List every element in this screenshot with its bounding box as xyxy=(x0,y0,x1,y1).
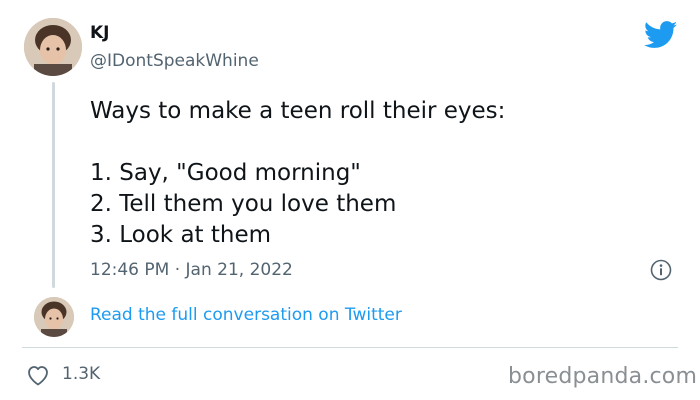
like-count[interactable]: 1.3K xyxy=(62,364,100,384)
twitter-bird-icon[interactable] xyxy=(644,21,678,49)
user-name[interactable]: KJ xyxy=(90,23,110,43)
tweet-text: Ways to make a teen roll their eyes: 1. … xyxy=(90,96,650,251)
tweet-line xyxy=(90,127,650,158)
avatar[interactable] xyxy=(24,18,82,76)
tweet-line: 2. Tell them you love them xyxy=(90,191,397,217)
reply-avatar[interactable] xyxy=(34,297,74,337)
info-icon[interactable] xyxy=(650,259,672,281)
user-handle[interactable]: @IDontSpeakWhine xyxy=(90,51,259,71)
divider xyxy=(22,347,678,348)
read-conversation-link[interactable]: Read the full conversation on Twitter xyxy=(90,305,402,325)
tweet-line: 1. Say, "Good morning" xyxy=(90,160,361,186)
tweet-line: Ways to make a teen roll their eyes: xyxy=(90,98,506,124)
heart-icon[interactable] xyxy=(26,364,50,386)
tweet-line: 3. Look at them xyxy=(90,222,272,248)
tweet-timestamp[interactable]: 12:46 PM · Jan 21, 2022 xyxy=(90,260,293,280)
watermark: boredpanda.com xyxy=(508,364,698,389)
thread-line xyxy=(52,82,55,288)
